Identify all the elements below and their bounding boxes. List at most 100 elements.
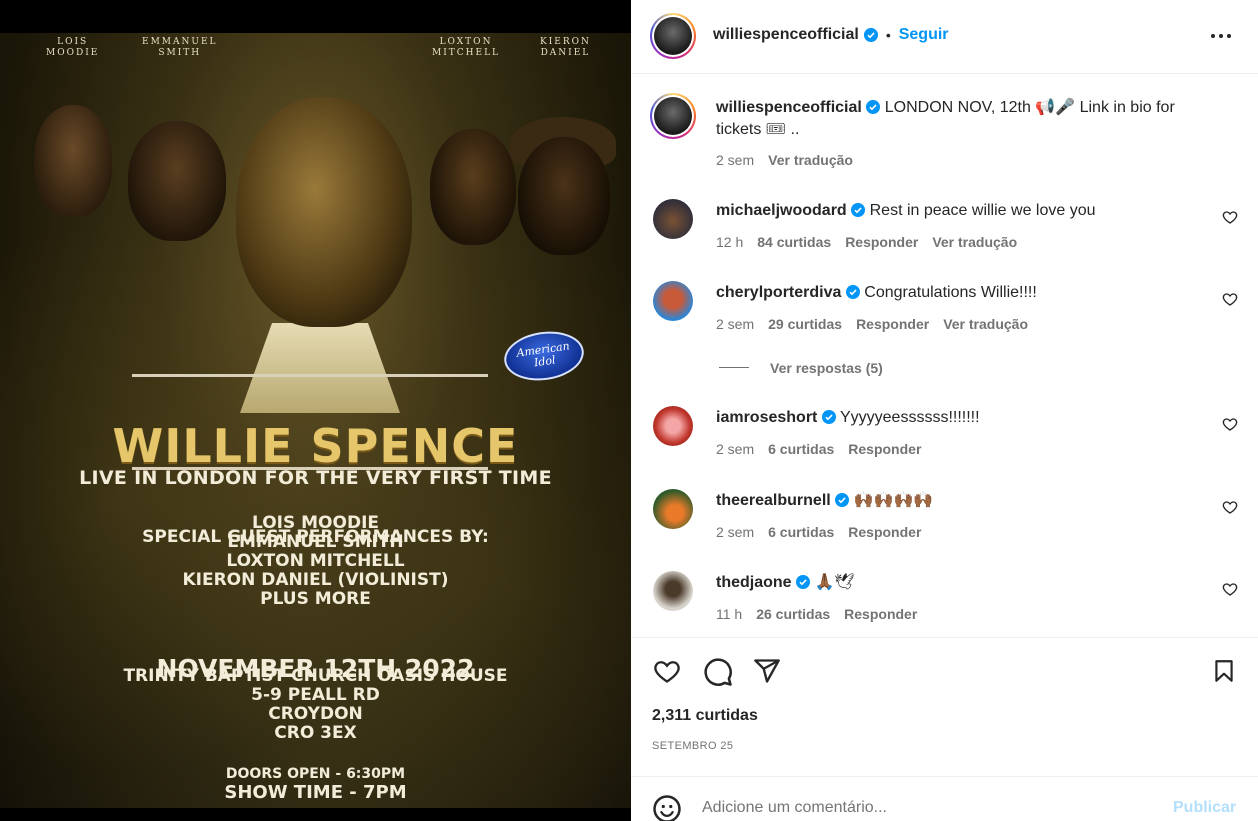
comment-meta: 2 sem 29 curtidas Responder Ver tradução bbox=[716, 316, 1042, 332]
poster-divider-bottom bbox=[132, 467, 488, 470]
comment-text: michaeljwoodard Rest in peace willie we … bbox=[716, 200, 1096, 222]
comment-body: Yyyyyeessssss!!!!!!! bbox=[839, 409, 980, 426]
header-username[interactable]: williespenceofficial bbox=[713, 26, 859, 44]
comment-reply-button[interactable]: Responder bbox=[848, 524, 921, 540]
share-send-icon[interactable] bbox=[752, 657, 782, 685]
comment-time[interactable]: 2 sem bbox=[716, 316, 754, 332]
comment-like-heart-icon[interactable] bbox=[1222, 416, 1238, 432]
comment-body: Rest in peace willie we love you bbox=[869, 202, 1096, 219]
post-like-count[interactable]: 2,311 curtidas bbox=[652, 707, 758, 725]
post-media: LOIS MOODIE EMMANUEL SMITH LOXTON MITCHE… bbox=[0, 0, 631, 821]
avatar-image bbox=[654, 17, 692, 55]
caption-text: williespenceofficial LONDON NOV, 12th 📢🎤… bbox=[716, 97, 1236, 141]
american-idol-logo-text: American Idol bbox=[515, 339, 571, 370]
header-divider bbox=[631, 73, 1258, 74]
comment-likes[interactable]: 6 curtidas bbox=[768, 441, 834, 457]
verified-badge-icon bbox=[835, 493, 850, 507]
poster-show-time: SHOW TIME - 7PM bbox=[224, 782, 407, 803]
comment-avatar[interactable] bbox=[653, 489, 693, 529]
verified-badge-icon bbox=[866, 100, 881, 114]
guest-label-top: LOXTON bbox=[439, 37, 493, 47]
comment-meta: 2 sem 6 curtidas Responder bbox=[716, 524, 935, 540]
comment-avatar[interactable] bbox=[653, 406, 693, 446]
comment-likes[interactable]: 29 curtidas bbox=[768, 316, 842, 332]
poster-guest-label-emmanuel: EMMANUEL SMITH bbox=[142, 37, 218, 59]
comment-translate-link[interactable]: Ver tradução bbox=[943, 316, 1028, 332]
add-comment-input[interactable] bbox=[702, 799, 1122, 817]
poster-divider-top bbox=[132, 374, 488, 377]
caption-username[interactable]: williespenceofficial bbox=[716, 99, 862, 116]
comment-like-heart-icon[interactable] bbox=[1222, 581, 1238, 597]
comment-like-heart-icon[interactable] bbox=[1222, 499, 1238, 515]
portrait-loxton-mitchell bbox=[430, 129, 516, 245]
portrait-kieron-daniel bbox=[518, 137, 610, 255]
comment-time[interactable]: 12 h bbox=[716, 234, 743, 250]
comment-username[interactable]: iamroseshort bbox=[716, 409, 817, 426]
poster-guest-line: LOIS MOODIE bbox=[251, 513, 380, 533]
comment-avatar[interactable] bbox=[653, 281, 693, 321]
comment-like-heart-icon[interactable] bbox=[1222, 291, 1238, 307]
guest-label-top: KIERON bbox=[540, 37, 591, 47]
poster-venue-line: TRINITY BAPTIST CHURCH OASIS HOUSE bbox=[123, 666, 508, 686]
comment-time[interactable]: 2 sem bbox=[716, 524, 754, 540]
poster-title: WILLIE SPENCE bbox=[112, 419, 519, 473]
comment-translate-link[interactable]: Ver tradução bbox=[932, 234, 1017, 250]
more-options-icon[interactable] bbox=[1210, 27, 1232, 45]
guest-label-bottom: MITCHELL bbox=[432, 48, 501, 58]
like-heart-icon[interactable] bbox=[652, 657, 682, 685]
view-replies-button[interactable]: Ver respostas (5) bbox=[770, 360, 883, 376]
portrait-willie-spence bbox=[236, 97, 412, 327]
verified-badge-icon bbox=[796, 575, 811, 589]
poster-guest-line: PLUS MORE bbox=[260, 589, 371, 609]
caption-translate-link[interactable]: Ver tradução bbox=[768, 152, 853, 168]
comment-reply-button[interactable]: Responder bbox=[856, 316, 929, 332]
comment-body: Congratulations Willie!!!! bbox=[864, 284, 1037, 301]
comment-username[interactable]: michaeljwoodard bbox=[716, 202, 847, 219]
publish-comment-button[interactable]: Publicar bbox=[1173, 799, 1236, 817]
avatar-inner bbox=[652, 15, 694, 57]
emoji-smiley-icon[interactable] bbox=[652, 794, 682, 821]
comment-time[interactable]: 11 h bbox=[716, 606, 742, 622]
comment-reply-button[interactable]: Responder bbox=[844, 606, 917, 622]
poster-guest-label-loxton: LOXTON MITCHELL bbox=[432, 37, 500, 59]
follow-button[interactable]: Seguir bbox=[899, 26, 949, 44]
comment-likes[interactable]: 84 curtidas bbox=[757, 234, 831, 250]
caption-time[interactable]: 2 sem bbox=[716, 152, 754, 168]
poster-venue-line: CROYDON bbox=[268, 704, 363, 724]
comment-avatar[interactable] bbox=[653, 571, 693, 611]
comment-username[interactable]: cherylporterdiva bbox=[716, 284, 841, 301]
view-replies-line bbox=[719, 367, 749, 368]
poster-subtitle: LIVE IN LONDON FOR THE VERY FIRST TIME bbox=[79, 467, 552, 489]
poster-venue-line: 5-9 PEALL RD bbox=[251, 685, 380, 705]
comment-avatar[interactable] bbox=[653, 199, 693, 239]
comment-like-heart-icon[interactable] bbox=[1222, 209, 1238, 225]
comment-text: theerealburnell 🙌🏾🙌🏾🙌🏾🙌🏾 bbox=[716, 490, 933, 512]
header-avatar[interactable] bbox=[650, 13, 696, 59]
comment-body: 🙏🏾🕊 bbox=[814, 574, 855, 591]
guest-label-top: EMMANUEL bbox=[142, 37, 218, 47]
comment-body: 🙌🏾🙌🏾🙌🏾🙌🏾 bbox=[853, 492, 934, 509]
comment-text: thedjaone 🙏🏾🕊 bbox=[716, 572, 855, 594]
comment-bubble-icon[interactable] bbox=[703, 657, 733, 687]
caption-avatar[interactable] bbox=[650, 93, 696, 139]
comment-username[interactable]: theerealburnell bbox=[716, 492, 831, 509]
poster-guest-line: EMMANUEL SMITH bbox=[227, 532, 404, 552]
comment-likes[interactable]: 6 curtidas bbox=[768, 524, 834, 540]
save-bookmark-icon[interactable] bbox=[1211, 657, 1237, 685]
portrait-emmanuel-smith bbox=[128, 121, 226, 241]
avatar-inner bbox=[652, 95, 694, 137]
comment-reply-button[interactable]: Responder bbox=[845, 234, 918, 250]
event-poster-image[interactable]: LOIS MOODIE EMMANUEL SMITH LOXTON MITCHE… bbox=[0, 33, 631, 808]
comment-reply-button[interactable]: Responder bbox=[848, 441, 921, 457]
comment-meta: 2 sem 6 curtidas Responder bbox=[716, 441, 935, 457]
comment-text: iamroseshort Yyyyyeessssss!!!!!!! bbox=[716, 407, 980, 429]
comment-text: cherylporterdiva Congratulations Willie!… bbox=[716, 282, 1037, 304]
comment-box-divider bbox=[631, 776, 1258, 777]
poster-venue-line: CRO 3EX bbox=[274, 723, 357, 743]
comment-username[interactable]: thedjaone bbox=[716, 574, 792, 591]
comment-time[interactable]: 2 sem bbox=[716, 441, 754, 457]
post-date[interactable]: SETEMBRO 25 bbox=[652, 740, 733, 752]
poster-guest-line: KIERON DANIEL (VIOLINIST) bbox=[182, 570, 449, 590]
caption-body-line2: tickets 🎟 .. bbox=[716, 121, 800, 138]
comment-likes[interactable]: 26 curtidas bbox=[756, 606, 830, 622]
